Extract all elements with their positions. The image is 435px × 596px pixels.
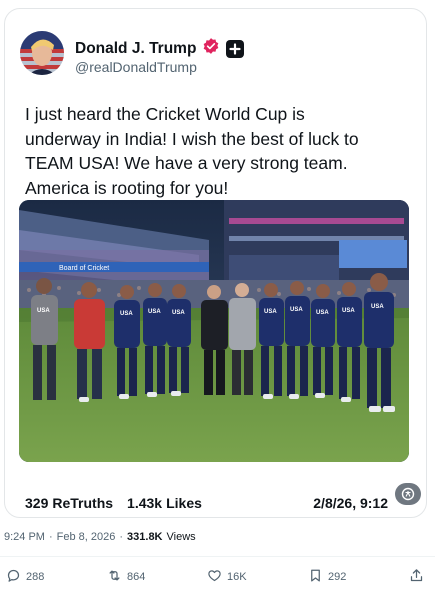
views-label: Views: [166, 531, 196, 543]
tweet-date[interactable]: Feb 8, 2026: [57, 531, 116, 543]
display-name[interactable]: Donald J. Trump: [75, 40, 196, 58]
like-count: 16K: [227, 571, 247, 583]
retruths-label: ReTruths: [52, 495, 114, 511]
repost-button[interactable]: 864: [107, 568, 145, 586]
jersey-text: USA: [148, 309, 161, 315]
post-photo[interactable]: Board of Cricket USA USA USA USA USA USA…: [19, 200, 409, 462]
reply-button[interactable]: 288: [6, 568, 44, 586]
jersey-text: USA: [37, 308, 50, 314]
post-text: I just heard the Cricket World Cup is un…: [25, 104, 359, 198]
avatar-image: [20, 31, 64, 75]
reply-count: 288: [26, 571, 45, 583]
reply-icon: [6, 568, 21, 586]
share-button[interactable]: [409, 568, 424, 586]
verified-icon: [202, 37, 220, 60]
bookmark-button[interactable]: 292: [308, 568, 346, 586]
like-button[interactable]: 16K: [207, 568, 247, 586]
bookmark-count: 292: [328, 571, 347, 583]
likes-stat[interactable]: 1.43k Likes: [127, 495, 202, 511]
jersey-text: USA: [172, 310, 185, 316]
repost-count: 864: [127, 571, 146, 583]
meta-separator: ·: [48, 531, 53, 543]
tweet-time[interactable]: 9:24 PM: [4, 531, 45, 543]
post-date: 2/8/26, 9:12: [313, 495, 388, 511]
tweet-actions: 288 864 16K 292: [0, 568, 435, 588]
retruths-count: 329: [25, 495, 49, 511]
jersey-text: USA: [290, 307, 303, 313]
jersey-text: USA: [371, 304, 384, 310]
stadium-board-text: Board of Cricket: [59, 265, 109, 272]
meta-separator: ·: [119, 531, 124, 543]
retruths-stat[interactable]: 329 ReTruths: [25, 495, 113, 511]
tweet-meta: 9:24 PM · Feb 8, 2026 · 331.8K Views: [4, 531, 196, 543]
plus-icon: [226, 39, 245, 58]
jersey-text: USA: [264, 309, 277, 315]
share-icon: [409, 568, 424, 586]
actions-divider: [0, 556, 435, 557]
post-stats: 329 ReTruths 1.43k Likes: [25, 495, 202, 511]
avatar[interactable]: [20, 31, 64, 75]
translate-icon: [401, 487, 415, 501]
jersey-text: USA: [120, 311, 133, 317]
translate-button[interactable]: [395, 483, 421, 505]
likes-count: 1.43k: [127, 495, 163, 511]
likes-label: Likes: [166, 495, 202, 511]
heart-icon: [207, 568, 222, 586]
jersey-text: USA: [316, 310, 329, 316]
jersey-text: USA: [342, 308, 355, 314]
repost-icon: [107, 568, 122, 586]
user-handle[interactable]: @realDonaldTrump: [75, 59, 197, 75]
bookmark-icon: [308, 568, 323, 586]
team-photo-image: Board of Cricket USA USA USA USA USA USA…: [19, 200, 409, 462]
views-count: 331.8K: [127, 531, 163, 543]
